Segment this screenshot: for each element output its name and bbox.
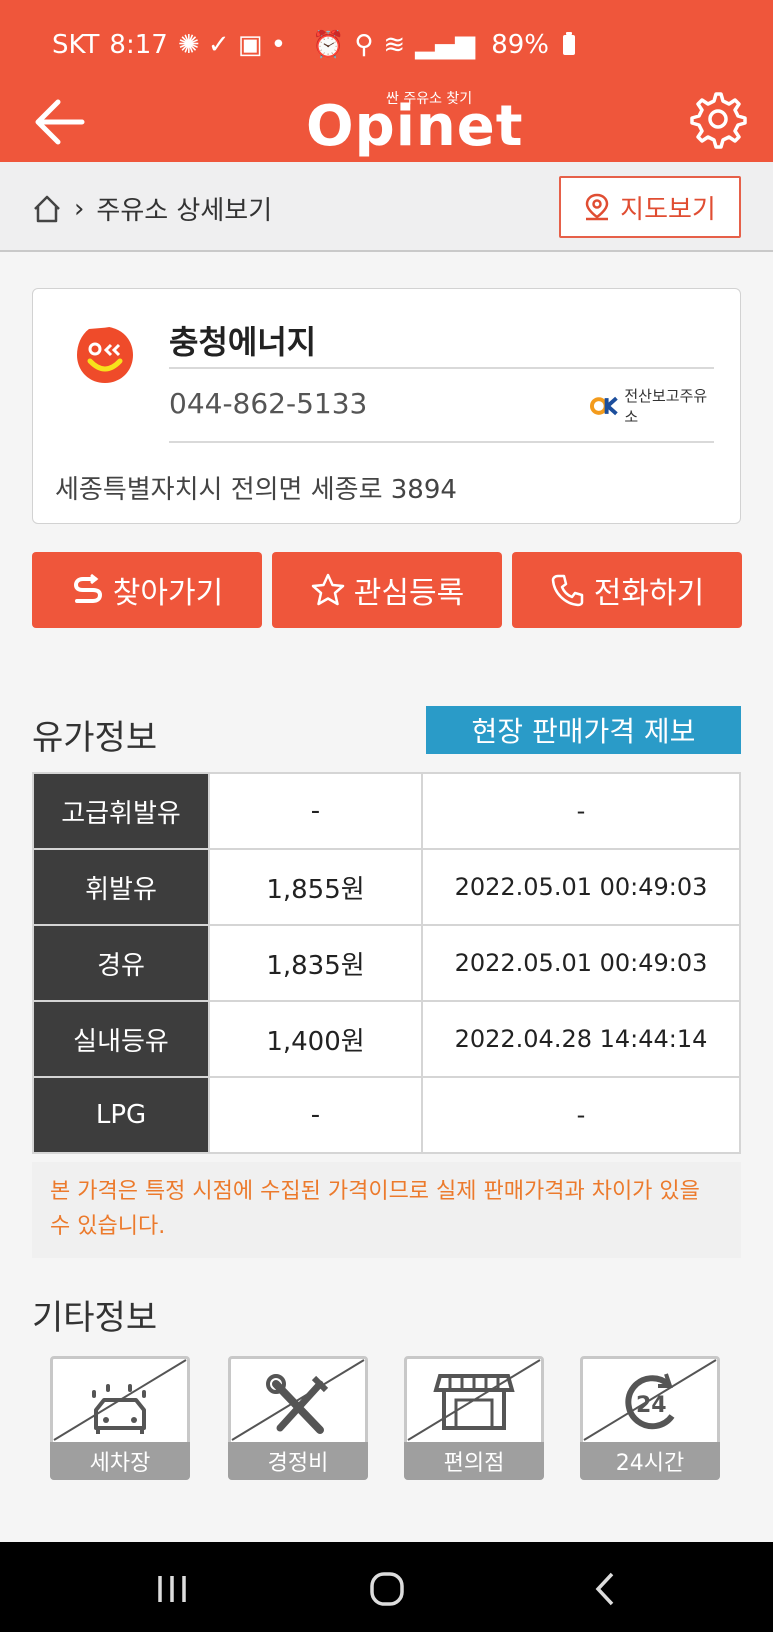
gear-icon [690,92,747,149]
recent-apps-icon [158,1576,186,1602]
home-icon[interactable] [32,194,62,224]
quality-badge: 전산보고주유소 [589,387,719,426]
system-back-button[interactable] [580,1564,630,1614]
price-table: 고급휘발유 - - 휘발유 1,855원 2022.05.01 00:49:03 경유 1,8… [32,772,741,1154]
facility-label: 세차장 [50,1442,190,1480]
breadcrumb-current: 주유소 상세보기 [96,196,273,226]
app-header: Opinet 싼 주유소 찾기 [0,80,773,162]
chevron-left-icon [595,1572,614,1606]
price-row: 휘발유 1,855원 2022.05.01 00:49:03 [32,848,741,926]
price-cell: 1,400원 [208,1000,423,1078]
location-icon: ⚲ [354,30,374,60]
divider [169,367,714,369]
opinet-logo: Opinet 싼 주유소 찾기 [306,82,523,160]
alarm-icon: ⏰ [312,30,345,60]
price-cell: 1,855원 [208,848,423,926]
battery-text: 89% [491,30,550,60]
home-circle-icon [370,1572,404,1606]
station-name: 충청에너지 [169,323,317,361]
update-time-cell: - [421,772,741,850]
divider [169,441,714,443]
price-cell: 1,835원 [208,924,423,1002]
facility-car-wash: 세차장 [50,1356,190,1480]
price-notice: 본 가격은 특정 시점에 수집된 가격이므로 실제 판매가격과 차이가 있을 수… [32,1162,741,1258]
system-nav-bar [0,1542,773,1632]
home-button[interactable] [362,1564,412,1614]
arrow-left-icon [35,99,85,145]
station-phone: 044-862-5133 [169,387,368,420]
settings-button[interactable] [685,88,747,150]
notification-icons: ✺ ✓ ▣ • [177,30,287,60]
fuel-type-cell: LPG [32,1076,210,1154]
logo-sub: 싼 주유소 찾기 [386,91,473,107]
call-label: 전화하기 [593,576,705,611]
price-row: 고급휘발유 - - [32,772,741,850]
navigate-label: 찾아가기 [112,576,224,611]
status-right: ⏰ ⚲ ≋ ▂▄▆ 89% [312,30,576,60]
price-row: 경유 1,835원 2022.05.01 00:49:03 [32,924,741,1002]
facility-convenience-store: 편의점 [404,1356,544,1480]
map-pin-icon [585,193,609,221]
status-bar: SKT 8:17 ✺ ✓ ▣ • ⏰ ⚲ ≋ ▂▄▆ 89% [0,0,773,80]
price-cell: - [208,772,423,850]
favorite-button[interactable]: 관심등록 [272,552,502,628]
brand-logo-icon [77,327,133,383]
price-row: LPG - - [32,1076,741,1154]
station-info-card: 충청에너지 044-862-5133 전산보고주유소 세종특별자치시 전의면 세… [32,288,741,524]
call-button[interactable]: 전화하기 [512,552,742,628]
update-time-cell: 2022.05.01 00:49:03 [421,848,741,926]
map-view-label: 지도보기 [620,194,716,225]
facility-label: 경정비 [228,1442,368,1480]
fuel-type-cell: 경유 [32,924,210,1002]
price-section-title: 유가정보 [32,718,158,758]
fuel-type-cell: 휘발유 [32,848,210,926]
fuel-type-cell: 고급휘발유 [32,772,210,850]
phone-icon [551,574,584,607]
station-address: 세종특별자치시 전의면 세종로 3894 [55,475,457,505]
carrier-text: SKT [52,30,100,60]
map-view-button[interactable]: 지도보기 [559,176,741,238]
quality-badge-text: 전산보고주유소 [624,387,708,426]
favorite-label: 관심등록 [353,576,465,611]
facility-label: 24시간 [580,1442,720,1480]
time-text: 8:17 [109,30,168,60]
price-cell: - [208,1076,423,1154]
price-row: 실내등유 1,400원 2022.04.28 14:44:14 [32,1000,741,1078]
route-icon [73,573,102,603]
update-time-cell: 2022.04.28 14:44:14 [421,1000,741,1078]
status-left: SKT 8:17 ✺ ✓ ▣ • [52,30,286,60]
back-button[interactable] [30,92,90,152]
breadcrumb-path: › 주유소 상세보기 [32,190,272,227]
fuel-type-cell: 실내등유 [32,1000,210,1078]
wifi-icon: ≋ [383,30,406,60]
facility-label: 편의점 [404,1442,544,1480]
signal-icon: ▂▄▆ [415,30,476,60]
battery-icon [563,32,576,55]
chevron-right-icon: › [74,193,85,224]
facility-24-hours: 24 24시간 [580,1356,720,1480]
other-info-title: 기타정보 [32,1298,158,1338]
update-time-cell: 2022.05.01 00:49:03 [421,924,741,1002]
update-time-cell: - [421,1076,741,1154]
star-icon [311,573,345,606]
ok-logo-icon [589,396,618,416]
facility-maintenance: 경정비 [228,1356,368,1480]
report-price-button[interactable]: 현장 판매가격 제보 [426,706,741,754]
navigate-button[interactable]: 찾아가기 [32,552,262,628]
recent-apps-button[interactable] [148,1564,198,1614]
breadcrumb: › 주유소 상세보기 지도보기 [0,162,773,252]
